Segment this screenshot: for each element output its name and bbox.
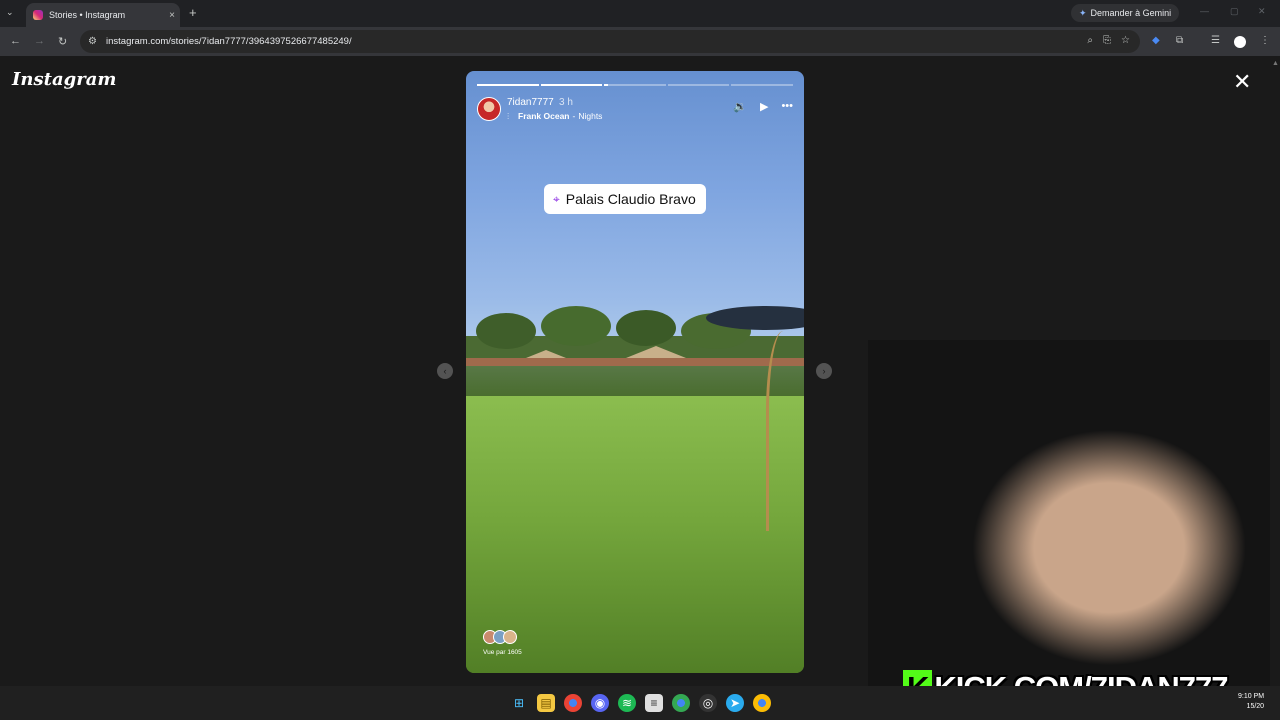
play-icon[interactable]: ▶	[760, 100, 768, 113]
tab-close-icon[interactable]: ×	[164, 10, 180, 21]
zoom-icon[interactable]: ⌕	[1087, 35, 1093, 46]
story-controls: 🔉 ▶ •••	[733, 100, 793, 113]
back-icon[interactable]: ←	[10, 35, 21, 47]
story-progress-segment	[667, 84, 730, 86]
instagram-favicon-icon	[33, 10, 43, 20]
minimize-icon[interactable]: —	[1200, 6, 1209, 16]
windows-taskbar: ⊞ ▤ ◉ ≋ ≡ ◎ ➤	[0, 686, 1280, 720]
viewer-avatar	[503, 630, 517, 644]
reload-icon[interactable]: ↻	[58, 35, 67, 48]
story-music[interactable]: ⫶ Frank Ocean - Nights	[507, 111, 602, 122]
previous-story-button[interactable]: ‹	[437, 363, 453, 379]
browser-tabstrip: ⌄ Stories • Instagram × + ✦ Demander à G…	[0, 0, 1280, 27]
tab-title: Stories • Instagram	[49, 10, 126, 20]
windows-start-icon[interactable]: ⊞	[510, 694, 528, 712]
story-chair-image	[766, 331, 804, 531]
music-separator: -	[572, 111, 576, 121]
story-progress-segment	[604, 84, 666, 86]
window-close-icon[interactable]: ✕	[1258, 6, 1266, 17]
browser-menu-icon[interactable]: ⋮	[1260, 35, 1270, 46]
story-progress-bar	[477, 84, 793, 86]
story-progress-segment	[731, 84, 793, 86]
omnibox-icons: ⌕ ⎘ ☆	[1087, 35, 1130, 46]
story-progress-segment	[540, 84, 603, 86]
bookmark-star-icon[interactable]: ☆	[1121, 35, 1130, 46]
file-explorer-icon[interactable]: ▤	[537, 694, 555, 712]
story-header: 7idan7777 3 h ⫶ Frank Ocean - Nights 🔉 ▶…	[477, 97, 793, 123]
location-sticker[interactable]: ⌖ Palais Claudio Bravo	[544, 184, 706, 214]
telegram-icon[interactable]: ➤	[726, 694, 744, 712]
profile-avatar[interactable]	[1234, 36, 1246, 48]
maximize-icon[interactable]: ▢	[1230, 6, 1239, 17]
story-progress-fill	[604, 84, 609, 86]
extensions-puzzle-icon[interactable]: ⧉	[1176, 35, 1183, 46]
site-info-icon[interactable]: ⚙	[88, 36, 104, 47]
chrome-active-icon[interactable]	[672, 694, 690, 712]
location-name: Palais Claudio Bravo	[565, 191, 696, 207]
gemini-sparkle-icon: ✦	[1079, 7, 1087, 18]
new-tab-button[interactable]: +	[189, 5, 197, 20]
scroll-up-icon[interactable]: ▲	[1272, 60, 1279, 67]
page-scrollbar[interactable]: ▲	[1270, 56, 1280, 686]
spotify-icon[interactable]: ≋	[618, 694, 636, 712]
story-viewer[interactable]: 7idan7777 3 h ⫶ Frank Ocean - Nights 🔉 ▶…	[466, 71, 804, 673]
music-title: Nights	[578, 111, 603, 121]
discord-icon[interactable]: ◉	[591, 694, 609, 712]
taskbar-icons: ⊞ ▤ ◉ ≋ ≡ ◎ ➤	[510, 694, 771, 712]
tab-instagram-stories[interactable]: Stories • Instagram ×	[26, 3, 180, 27]
tab-search-icon[interactable]: ☰	[1211, 35, 1220, 46]
url-text: instagram.com/stories/7idan7777/39643975…	[106, 36, 352, 47]
clock-time: 9:10 PM	[1238, 693, 1265, 700]
webcam-overlay	[868, 340, 1270, 686]
clock-date: 15/20	[1246, 703, 1265, 710]
install-app-icon[interactable]: ⎘	[1103, 35, 1111, 46]
story-time: 3 h	[559, 97, 573, 108]
obs-icon[interactable]: ◎	[699, 694, 717, 712]
location-pin-icon: ⌖	[553, 191, 560, 206]
viewer-avatars[interactable]	[483, 630, 517, 644]
story-avatar[interactable]	[477, 97, 501, 121]
notepad-icon[interactable]: ≡	[645, 694, 663, 712]
instagram-logo[interactable]: Instagram	[12, 69, 116, 90]
next-story-button[interactable]: ›	[816, 363, 832, 379]
story-username[interactable]: 7idan7777	[507, 97, 554, 108]
address-bar[interactable]: ⚙ instagram.com/stories/7idan7777/396439…	[80, 30, 1140, 53]
chrome-profile-icon[interactable]	[753, 694, 771, 712]
gemini-label: Demander à Gemini	[1090, 8, 1172, 18]
music-artist: Frank Ocean	[518, 111, 570, 121]
close-stories-icon[interactable]: ✕	[1233, 71, 1251, 93]
forward-icon[interactable]: →	[34, 35, 45, 47]
browser-toolbar: ← → ↻ ⚙ instagram.com/stories/7idan7777/…	[0, 27, 1280, 56]
story-grass-image	[466, 396, 804, 673]
chrome-icon[interactable]	[564, 694, 582, 712]
story-progress-segment	[477, 84, 539, 86]
taskbar-clock[interactable]: 9:10 PM 15/20	[1238, 692, 1264, 712]
gemini-button[interactable]: ✦ Demander à Gemini	[1071, 4, 1180, 22]
music-bars-icon: ⫶	[507, 111, 510, 121]
tab-list-icon[interactable]: ⌄	[6, 7, 14, 18]
story-progress-fill	[477, 84, 539, 86]
volume-icon[interactable]: 🔉	[733, 100, 747, 113]
extension-shield-icon[interactable]: ◆	[1152, 35, 1160, 46]
viewer-count[interactable]: Vue par 1605	[483, 649, 522, 656]
story-progress-fill	[540, 84, 603, 86]
more-options-icon[interactable]: •••	[781, 100, 793, 113]
